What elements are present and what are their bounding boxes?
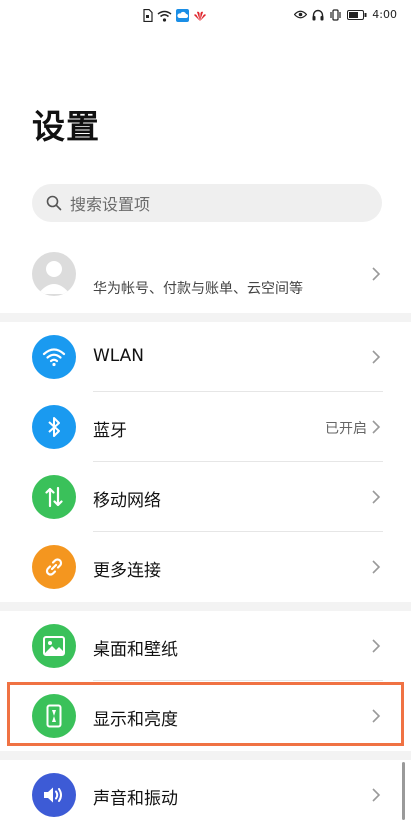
section-divider <box>0 602 411 611</box>
chevron-right-icon <box>371 266 381 282</box>
scrollbar[interactable] <box>402 762 405 820</box>
battery-icon <box>347 9 367 20</box>
bluetooth-icon <box>32 405 76 449</box>
wifi-icon <box>157 10 172 22</box>
settings-item-home-wallpaper[interactable]: 桌面和壁纸 <box>0 611 411 681</box>
headphone-icon <box>312 9 324 21</box>
chevron-right-icon <box>371 349 381 365</box>
eye-icon <box>294 10 308 19</box>
account-entry[interactable]: 华为帐号、付款与账单、云空间等 <box>0 244 411 308</box>
settings-item-label: 声音和振动 <box>93 789 178 809</box>
page-title: 设置 <box>32 107 100 146</box>
status-time: 4:00 <box>372 8 397 21</box>
status-bar: 4:00 <box>0 0 411 34</box>
huawei-logo-icon <box>193 10 207 22</box>
link-icon <box>32 545 76 589</box>
search-placeholder: 搜索设置项 <box>70 195 151 214</box>
settings-item-bluetooth[interactable]: 蓝牙 已开启 <box>0 392 411 462</box>
search-bar[interactable]: 搜索设置项 <box>32 184 382 222</box>
chevron-right-icon <box>371 638 381 654</box>
chevron-right-icon <box>371 708 381 724</box>
settings-item-display-brightness[interactable]: 显示和亮度 <box>0 681 411 751</box>
status-left-icons <box>142 9 207 22</box>
account-subtitle: 华为帐号、付款与账单、云空间等 <box>93 281 303 297</box>
chevron-right-icon <box>371 489 381 505</box>
chevron-right-icon <box>371 559 381 575</box>
picture-icon <box>32 624 76 668</box>
settings-item-label: 移动网络 <box>93 491 161 511</box>
settings-item-wlan[interactable]: WLAN <box>0 322 411 392</box>
display-icon <box>32 694 76 738</box>
section-divider <box>0 313 411 322</box>
user-avatar-icon <box>38 261 70 294</box>
settings-item-mobile-network[interactable]: 移动网络 <box>0 462 411 532</box>
vibrate-icon <box>329 8 342 21</box>
settings-item-label: 更多连接 <box>93 561 161 581</box>
avatar <box>32 252 76 296</box>
sim-icon <box>142 9 153 22</box>
settings-item-label: 显示和亮度 <box>93 710 178 730</box>
chevron-right-icon <box>371 419 381 435</box>
search-icon <box>46 195 62 211</box>
wifi-icon <box>32 335 76 379</box>
speaker-icon <box>32 773 76 817</box>
section-divider <box>0 751 411 760</box>
settings-item-label: 蓝牙 <box>93 421 127 441</box>
settings-item-value: 已开启 <box>325 421 367 437</box>
mobile-data-icon <box>32 475 76 519</box>
settings-item-more-connections[interactable]: 更多连接 <box>0 532 411 602</box>
settings-item-label: 桌面和壁纸 <box>93 640 178 660</box>
settings-item-label: WLAN <box>93 346 145 366</box>
status-right-icons: 4:00 <box>294 8 397 21</box>
chevron-right-icon <box>371 787 381 803</box>
cloud-icon <box>176 9 189 22</box>
